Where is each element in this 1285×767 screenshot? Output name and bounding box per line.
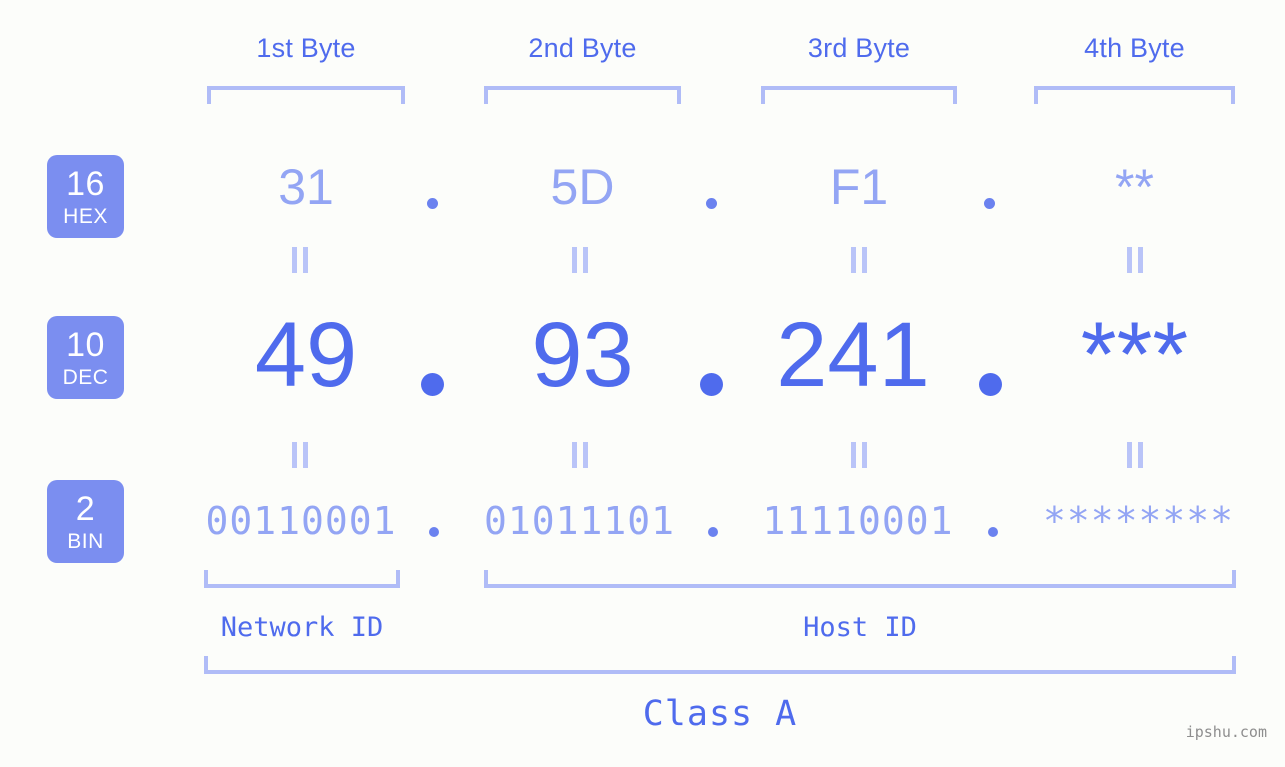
dec-separator-2	[700, 373, 723, 396]
equals-mark-5	[292, 442, 308, 468]
radix-badge-hex-name: HEX	[63, 204, 108, 228]
radix-badge-bin-number: 2	[75, 489, 96, 528]
bin-byte-4: ********	[1042, 499, 1235, 543]
hex-byte-2: 5D	[550, 159, 615, 215]
class-label: Class A	[642, 694, 798, 734]
hex-separator-1	[427, 198, 438, 209]
host-id-bracket	[484, 570, 1236, 588]
radix-badge-hex-number: 16	[66, 164, 105, 203]
hex-byte-4: **	[1115, 159, 1154, 215]
dec-separator-1	[421, 373, 444, 396]
bin-separator-2	[708, 527, 718, 537]
equals-mark-8	[1127, 442, 1143, 468]
dec-byte-3: 241	[776, 304, 930, 406]
class-bracket	[204, 656, 1236, 674]
byte-bracket-3	[761, 86, 957, 104]
byte-bracket-4	[1034, 86, 1235, 104]
hex-byte-1: 31	[278, 159, 334, 215]
radix-badge-dec: 10 DEC	[47, 316, 124, 399]
byte-label-2: 2nd Byte	[528, 33, 637, 63]
network-id-bracket	[204, 570, 400, 588]
radix-badge-bin: 2 BIN	[47, 480, 124, 563]
byte-label-3: 3rd Byte	[807, 33, 911, 63]
site-watermark: ipshu.com	[1185, 723, 1267, 741]
byte-label-1: 1st Byte	[256, 33, 356, 63]
radix-badge-hex: 16 HEX	[47, 155, 124, 238]
hex-separator-3	[984, 198, 995, 209]
network-id-label: Network ID	[220, 612, 384, 643]
equals-mark-1	[292, 247, 308, 273]
byte-label-4: 4th Byte	[1084, 33, 1185, 63]
bin-byte-1: 00110001	[205, 499, 397, 543]
bin-byte-3: 11110001	[762, 499, 954, 543]
bin-separator-3	[988, 527, 998, 537]
hex-separator-2	[706, 198, 717, 209]
dec-byte-1: 49	[254, 304, 358, 406]
byte-bracket-2	[484, 86, 681, 104]
dec-byte-2: 93	[531, 304, 634, 406]
equals-mark-7	[851, 442, 867, 468]
equals-mark-3	[851, 247, 867, 273]
dec-byte-4: ***	[1080, 304, 1189, 406]
bin-byte-2: 01011101	[483, 499, 676, 543]
byte-bracket-1	[207, 86, 405, 104]
equals-mark-4	[1127, 247, 1143, 273]
ip-address-breakdown-diagram: 1st Byte 2nd Byte 3rd Byte 4th Byte 16 H…	[0, 0, 1285, 767]
equals-mark-2	[572, 247, 588, 273]
bin-separator-1	[429, 527, 439, 537]
equals-mark-6	[572, 442, 588, 468]
host-id-label: Host ID	[803, 612, 917, 643]
hex-byte-3: F1	[829, 159, 889, 215]
radix-badge-dec-name: DEC	[62, 365, 109, 389]
dec-separator-3	[979, 373, 1002, 396]
radix-badge-dec-number: 10	[66, 325, 105, 364]
radix-badge-bin-name: BIN	[67, 529, 104, 553]
